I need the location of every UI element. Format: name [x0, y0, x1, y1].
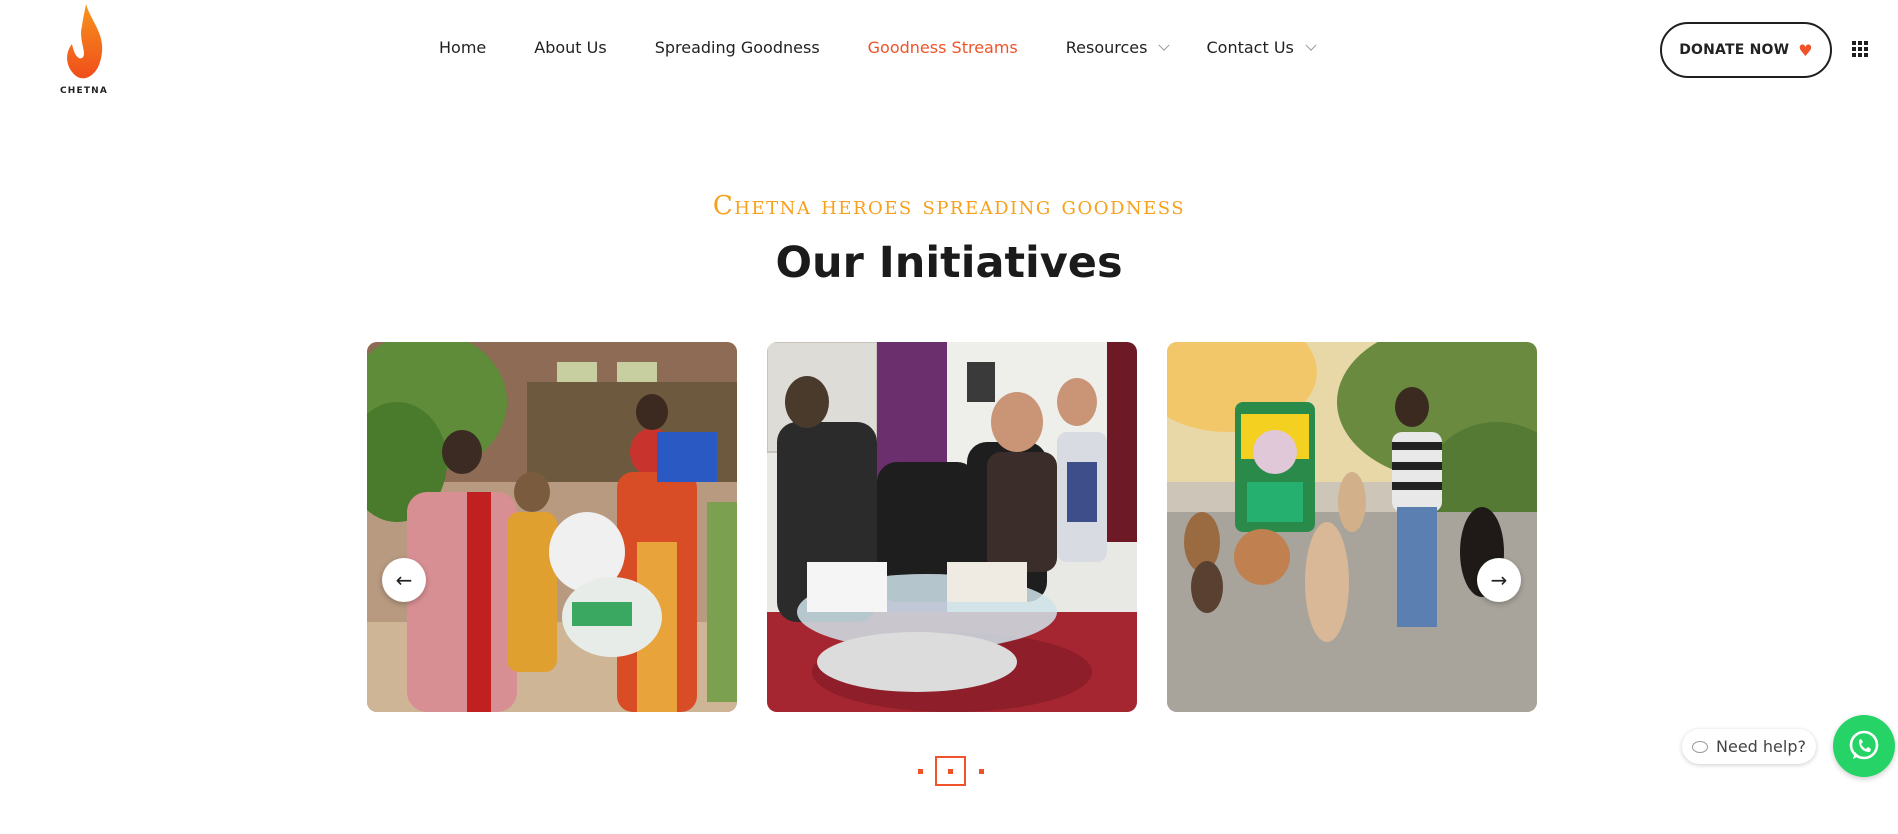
slide-food-distribution[interactable]	[367, 342, 737, 712]
chevron-down-icon	[1305, 39, 1317, 51]
nav-contact-us[interactable]: Contact Us	[1206, 38, 1317, 57]
nav-about-us[interactable]: About Us	[534, 38, 606, 57]
chat-bubble-icon	[1692, 740, 1708, 753]
feeding-stray-dogs-photo	[1167, 342, 1537, 712]
pagination-dot-3[interactable]	[979, 769, 984, 774]
donate-now-button[interactable]: DONATE NOW ♥	[1660, 22, 1832, 78]
logo-text: CHETNA	[59, 86, 109, 96]
nav-about-us-label: About Us	[534, 38, 607, 57]
nav-spreading-goodness[interactable]: Spreading Goodness	[655, 38, 820, 57]
carousel-pagination	[916, 756, 986, 786]
whatsapp-icon	[1849, 730, 1879, 760]
donate-label: DONATE NOW	[1679, 42, 1790, 58]
initiatives-carousel	[367, 342, 1537, 712]
nav-home[interactable]: Home	[439, 38, 486, 57]
whatsapp-button[interactable]	[1833, 715, 1895, 777]
heart-icon: ♥	[1798, 40, 1813, 60]
nav-resources[interactable]: Resources	[1065, 38, 1171, 57]
chetna-logo[interactable]: CHETNA	[54, 4, 114, 96]
nav-home-label: Home	[439, 38, 487, 57]
arrow-right-icon: →	[1490, 568, 1508, 592]
flame-icon	[67, 4, 103, 79]
grid-menu-icon[interactable]	[1852, 41, 1868, 57]
main-nav: Home About Us Spreading Goodness Goodnes…	[439, 38, 1363, 57]
arrow-left-icon: ←	[395, 568, 413, 592]
section-title: Our Initiatives	[775, 238, 1123, 288]
nav-goodness-streams-label: Goodness Streams	[867, 38, 1018, 57]
chevron-down-icon	[1158, 39, 1171, 51]
need-help-label: Need help?	[1716, 737, 1806, 756]
nav-spreading-goodness-label: Spreading Goodness	[654, 38, 820, 57]
food-distribution-photo	[367, 342, 737, 712]
pagination-dot-2-active[interactable]	[935, 756, 966, 786]
site-header: CHETNA Home About Us Spreading Goodness …	[0, 0, 1898, 110]
carousel-next-button[interactable]: →	[1477, 558, 1521, 602]
family-meeting-photo	[767, 342, 1137, 712]
nav-resources-label: Resources	[1065, 38, 1148, 57]
section-kicker: Chetna heroes spreading goodness	[712, 191, 1186, 221]
need-help-bubble[interactable]: Need help?	[1682, 729, 1816, 764]
nav-contact-us-label: Contact Us	[1206, 38, 1294, 57]
slide-family-meeting[interactable]	[767, 342, 1137, 712]
slide-feeding-dogs[interactable]	[1167, 342, 1537, 712]
pagination-dot-1[interactable]	[918, 769, 923, 774]
carousel-prev-button[interactable]: ←	[382, 558, 426, 602]
nav-goodness-streams[interactable]: Goodness Streams	[868, 38, 1018, 57]
